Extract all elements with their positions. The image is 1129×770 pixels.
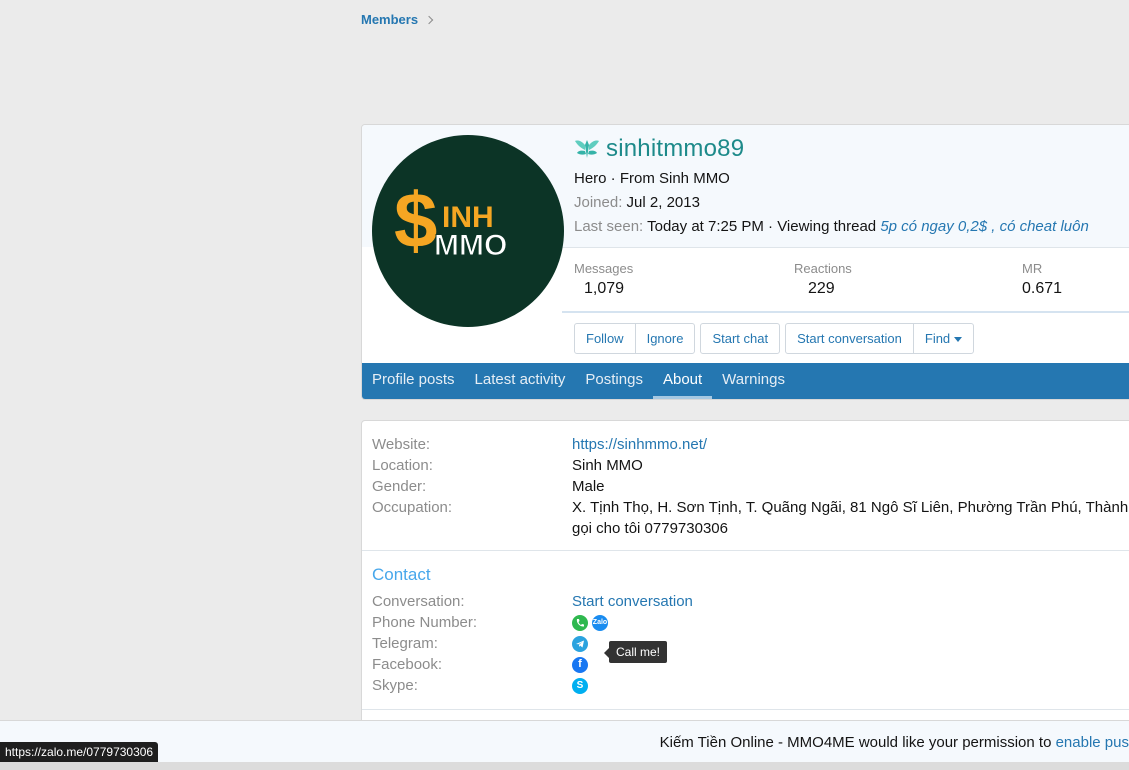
telegram-label: Telegram: (372, 635, 438, 652)
divider (362, 709, 1129, 710)
last-seen-label: Last seen: (574, 218, 644, 235)
joined-label: Joined: (574, 194, 623, 211)
stat-value: 229 (808, 280, 835, 297)
stat-mr: MR 0.671 (1022, 261, 1062, 298)
tab-about[interactable]: About (652, 363, 713, 399)
stats-row: Messages 1,079 Reactions 229 MR 0.671 (574, 261, 1129, 311)
conversation-label: Conversation: (372, 593, 465, 610)
skype-icon[interactable]: S (572, 677, 588, 694)
profile-tabs: Profile posts Latest activity Postings A… (362, 363, 1129, 399)
tab-postings[interactable]: Postings (575, 363, 653, 399)
find-label: Find (924, 331, 951, 346)
joined-line: Joined: Jul 2, 2013 (574, 193, 1089, 213)
find-menu-button[interactable]: Find (914, 324, 973, 353)
call-me-tooltip: Call me! (603, 641, 668, 663)
sinh-mmo-logo: $ INH MMO (394, 176, 508, 264)
contact-heading: Contact (372, 565, 431, 584)
location-label: Location: (372, 457, 433, 474)
bottom-strip (0, 762, 1129, 770)
breadcrumb-members-link[interactable]: Members (361, 12, 418, 27)
divider (562, 247, 1129, 248)
push-permission-message: Kiếm Tiền Online - MMO4ME would like you… (659, 734, 1052, 751)
website-link[interactable]: https://sinhmmo.net/ (572, 434, 707, 455)
stat-label: Messages (574, 261, 634, 276)
follow-button[interactable]: Follow (575, 324, 636, 353)
tab-latest-activity[interactable]: Latest activity (465, 363, 576, 399)
about-details: Website: https://sinhmmo.net/ Location: … (372, 434, 1129, 539)
chevron-right-icon (424, 15, 434, 24)
skype-label: Skype: (372, 677, 418, 694)
user-header: sinhitmmo89 Hero · From Sinh MMO Joined:… (574, 133, 1089, 237)
start-chat-button[interactable]: Start chat (701, 324, 779, 353)
tab-profile-posts[interactable]: Profile posts (362, 363, 465, 399)
occupation-value-line1: X. Tịnh Thọ, H. Sơn Tịnh, T. Quãng Ngãi,… (572, 499, 1129, 516)
viewing-thread-link[interactable]: 5p có ngay 0,2$ , có cheat luôn (880, 218, 1088, 235)
about-card: Website: https://sinhmmo.net/ Location: … (361, 420, 1129, 742)
stat-reactions[interactable]: Reactions 229 (794, 261, 852, 298)
facebook-label: Facebook: (372, 656, 443, 673)
breadcrumb: Members (361, 12, 434, 27)
occupation-value-line2: gọi cho tôi 0779730306 (572, 520, 728, 537)
divider (562, 311, 1129, 313)
zalo-icon[interactable]: Zalo (592, 614, 608, 631)
start-conversation-button[interactable]: Start conversation (786, 324, 914, 353)
avatar[interactable]: $ INH MMO (372, 135, 564, 327)
profile-actions: Follow Ignore Start chat Start conversat… (574, 323, 979, 354)
last-seen-line: Last seen: Today at 7:25 PM · Viewing th… (574, 217, 1089, 237)
stat-messages[interactable]: Messages 1,079 (574, 261, 633, 298)
svg-text:MMO: MMO (434, 229, 507, 262)
joined-value: Jul 2, 2013 (626, 194, 700, 211)
tab-warnings[interactable]: Warnings (712, 363, 795, 399)
profile-card: $ INH MMO sinhitmmo89 Hero · From Sinh M… (361, 124, 1129, 400)
stat-value: 1,079 (584, 280, 625, 297)
username[interactable]: sinhitmmo89 (606, 135, 744, 163)
website-label: Website: (372, 436, 431, 453)
gender-label: Gender: (372, 478, 427, 495)
phone-icon[interactable] (572, 614, 588, 631)
caret-down-icon (954, 337, 963, 343)
svg-text:$: $ (394, 176, 437, 264)
ignore-button[interactable]: Ignore (636, 324, 695, 353)
stat-label: Reactions (794, 261, 852, 276)
user-title-line: Hero · From Sinh MMO (574, 170, 730, 187)
start-conversation-link[interactable]: Start conversation (572, 591, 693, 612)
stat-value: 0.671 (1022, 280, 1063, 297)
status-bar-url: https://zalo.me/0779730306 (0, 742, 159, 762)
push-permission-bar: Kiếm Tiền Online - MMO4ME would like you… (0, 720, 1129, 763)
push-permission-text: Kiếm Tiền Online - MMO4ME would like you… (660, 734, 1129, 751)
gender-value: Male (572, 478, 605, 495)
hero-rank-wings-icon (575, 140, 599, 158)
location-value: Sinh MMO (572, 457, 643, 474)
enable-push-link[interactable]: enable pus (1056, 734, 1129, 751)
stat-label: MR (1022, 261, 1043, 276)
last-seen-value: Today at 7:25 PM · Viewing thread (647, 218, 877, 235)
occupation-label: Occupation: (372, 499, 453, 516)
divider (362, 550, 1129, 551)
facebook-icon[interactable]: f (572, 656, 588, 673)
phone-label: Phone Number: (372, 614, 478, 631)
telegram-icon[interactable] (572, 635, 588, 652)
